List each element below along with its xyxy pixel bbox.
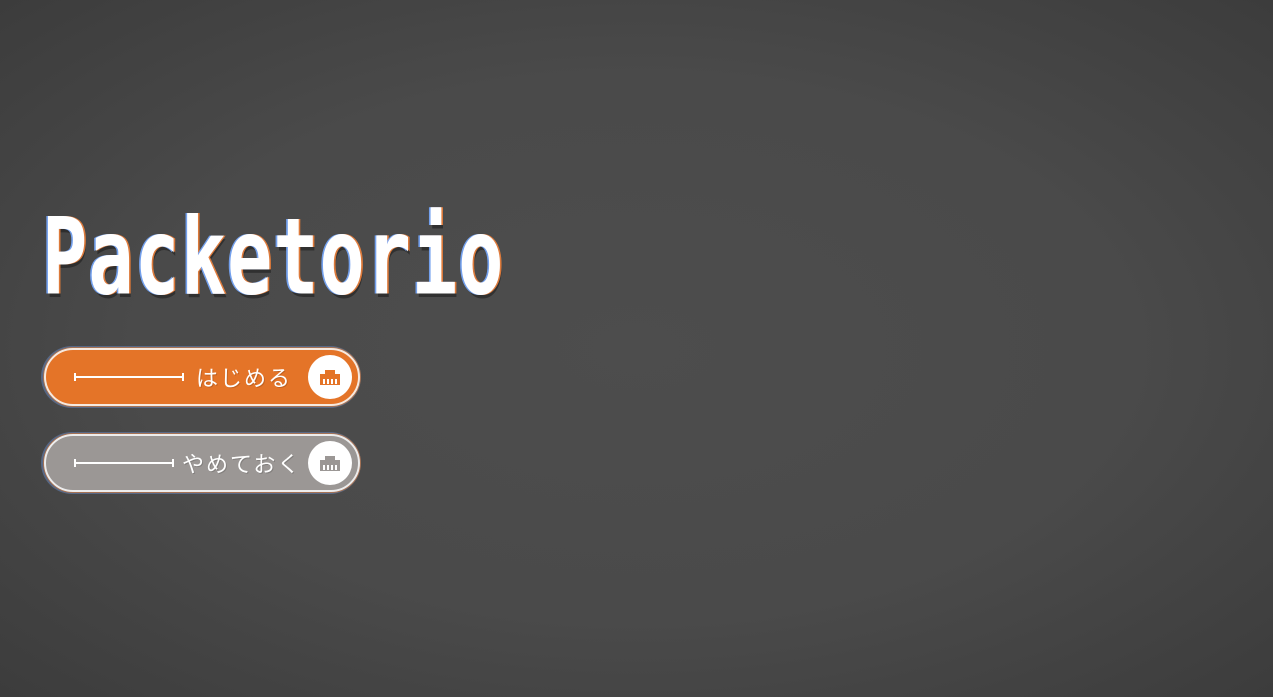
decorative-line: [74, 373, 184, 381]
start-button[interactable]: はじめる: [44, 348, 360, 406]
main-menu: はじめる やめておく: [44, 348, 360, 492]
quit-button-label: やめておく: [182, 453, 302, 478]
decorative-line: [74, 459, 174, 467]
ethernet-port-icon: [308, 441, 352, 485]
game-title: Packetorio: [42, 195, 505, 319]
start-button-label: はじめる: [196, 367, 293, 392]
quit-button[interactable]: やめておく: [44, 434, 360, 492]
title-screen: Packetorio はじめる やめておく: [0, 0, 1273, 697]
ethernet-port-icon: [308, 355, 352, 399]
